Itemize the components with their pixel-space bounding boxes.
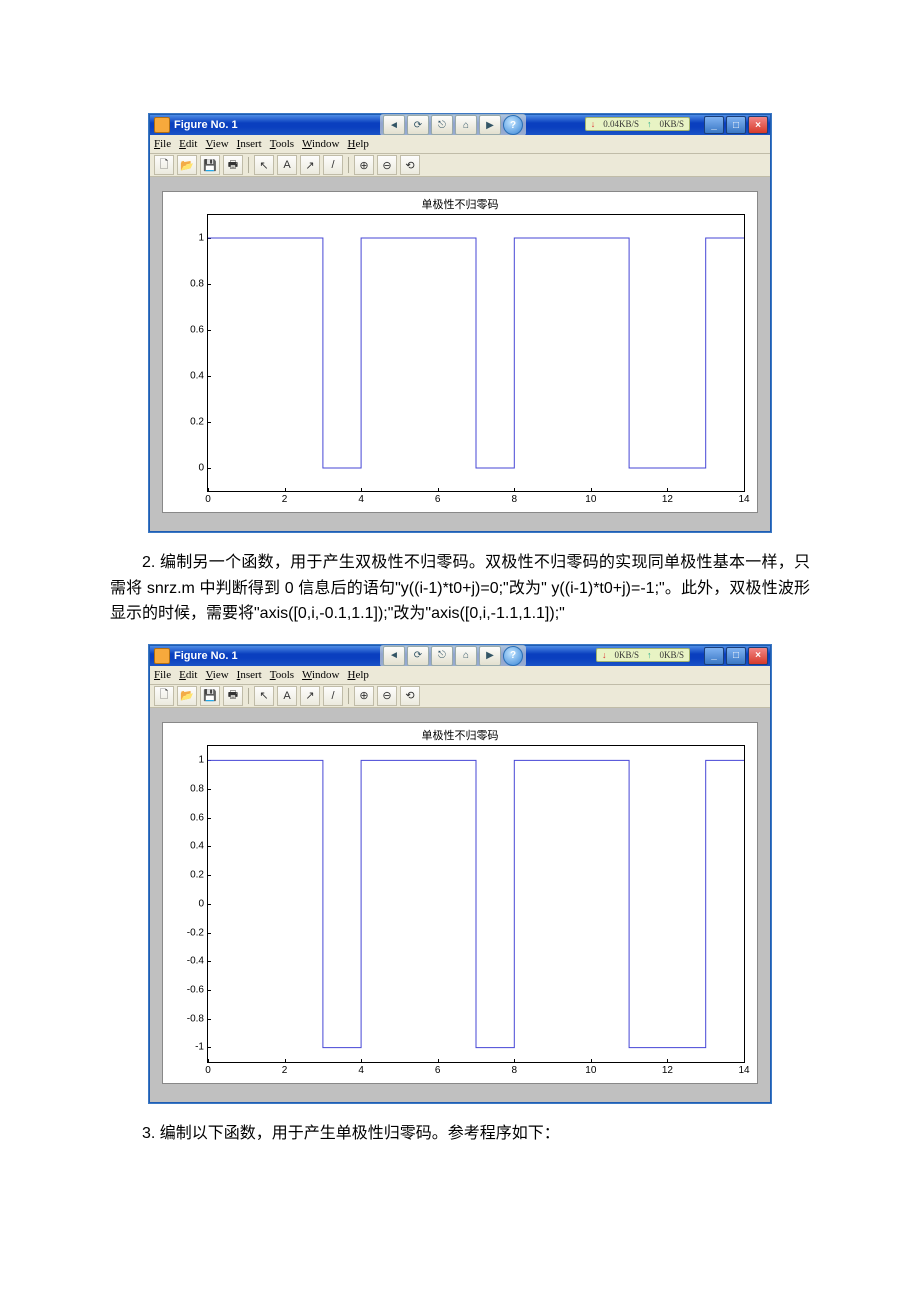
menu-edit[interactable]: Edit — [179, 669, 197, 681]
maximize-button[interactable]: □ — [726, 116, 746, 134]
nav-button[interactable]: ⎋ — [431, 115, 453, 135]
menu-edit[interactable]: Edit — [179, 138, 197, 150]
maximize-button[interactable]: □ — [726, 647, 746, 665]
nav-button[interactable]: ⟳ — [407, 646, 429, 666]
pointer-icon[interactable]: ↖ — [254, 686, 274, 706]
titlebar: Figure No. 1 ◄ ⟳ ⎋ ⌂ ▶ ? ↓ 0KB/S ↑ 0KB/S — [150, 646, 770, 666]
matlab-icon — [154, 648, 170, 664]
chart-title: 单极性不归零码 — [163, 727, 757, 743]
nav-button[interactable]: ▶ — [479, 115, 501, 135]
toolbar: 🗋 📂 💾 🖶 ↖ A ↗ / ⊕ ⊖ ⟲ — [150, 154, 770, 177]
titlebar: Figure No. 1 ◄ ⟳ ⎋ ⌂ ▶ ? ↓ 0.04KB/S ↑ 0K… — [150, 115, 770, 135]
network-indicator: ↓ 0.04KB/S ↑ 0KB/S — [585, 117, 690, 131]
rotate-icon[interactable]: ⟲ — [400, 686, 420, 706]
minimize-button[interactable]: _ — [704, 647, 724, 665]
close-button[interactable]: × — [748, 647, 768, 665]
figure-window-1: Figure No. 1 ◄ ⟳ ⎋ ⌂ ▶ ? ↓ 0.04KB/S ↑ 0K… — [149, 114, 771, 532]
minimize-button[interactable]: _ — [704, 116, 724, 134]
help-icon[interactable]: ? — [503, 646, 523, 666]
upload-icon: ↑ — [647, 119, 652, 129]
nav-button[interactable]: ⌂ — [455, 646, 477, 666]
menu-view[interactable]: View — [205, 138, 228, 150]
upload-icon: ↑ — [647, 650, 652, 660]
browser-toolbar: ◄ ⟳ ⎋ ⌂ ▶ ? — [380, 645, 526, 667]
upload-rate: 0KB/S — [659, 119, 684, 129]
arrow-icon[interactable]: ↗ — [300, 155, 320, 175]
menu-file[interactable]: File — [154, 138, 171, 150]
figure-canvas: WWW.DOCIN.COM 单极性不归零码 -1-0.8-0.6-0.4-0.2… — [150, 708, 770, 1102]
figure-window-2: Figure No. 1 ◄ ⟳ ⎋ ⌂ ▶ ? ↓ 0KB/S ↑ 0KB/S — [149, 645, 771, 1103]
window-title: Figure No. 1 — [174, 650, 238, 662]
window-title: Figure No. 1 — [174, 119, 238, 131]
download-rate: 0.04KB/S — [603, 119, 639, 129]
nav-button[interactable]: ◄ — [383, 115, 405, 135]
download-icon: ↓ — [591, 119, 596, 129]
line-icon[interactable]: / — [323, 155, 343, 175]
menu-help[interactable]: Help — [347, 138, 368, 150]
help-icon[interactable]: ? — [503, 115, 523, 135]
axes-2: 单极性不归零码 -1-0.8-0.6-0.4-0.200.20.40.60.81… — [162, 722, 758, 1084]
save-icon[interactable]: 💾 — [200, 155, 220, 175]
zoomin-icon[interactable]: ⊕ — [354, 686, 374, 706]
menu-view[interactable]: View — [205, 669, 228, 681]
line-icon[interactable]: / — [323, 686, 343, 706]
print-icon[interactable]: 🖶 — [223, 686, 243, 706]
pointer-icon[interactable]: ↖ — [254, 155, 274, 175]
zoomin-icon[interactable]: ⊕ — [354, 155, 374, 175]
menu-window[interactable]: Window — [302, 669, 339, 681]
toolbar: 🗋 📂 💾 🖶 ↖ A ↗ / ⊕ ⊖ ⟲ — [150, 685, 770, 708]
menu-tools[interactable]: Tools — [270, 669, 294, 681]
rotate-icon[interactable]: ⟲ — [400, 155, 420, 175]
zoomout-icon[interactable]: ⊖ — [377, 155, 397, 175]
menubar: File Edit View Insert Tools Window Help — [150, 135, 770, 154]
menu-insert[interactable]: Insert — [237, 138, 262, 150]
menu-tools[interactable]: Tools — [270, 138, 294, 150]
axes-1: 单极性不归零码 00.20.40.60.8102468101214 — [162, 191, 758, 513]
open-icon[interactable]: 📂 — [177, 686, 197, 706]
new-icon[interactable]: 🗋 — [154, 155, 174, 175]
zoomout-icon[interactable]: ⊖ — [377, 686, 397, 706]
text-icon[interactable]: A — [277, 686, 297, 706]
browser-toolbar: ◄ ⟳ ⎋ ⌂ ▶ ? — [380, 114, 526, 136]
nav-button[interactable]: ⎋ — [431, 646, 453, 666]
menubar: File Edit View Insert Tools Window Help — [150, 666, 770, 685]
menu-file[interactable]: File — [154, 669, 171, 681]
network-indicator: ↓ 0KB/S ↑ 0KB/S — [596, 648, 690, 662]
matlab-icon — [154, 117, 170, 133]
print-icon[interactable]: 🖶 — [223, 155, 243, 175]
nav-button[interactable]: ⌂ — [455, 115, 477, 135]
nav-button[interactable]: ▶ — [479, 646, 501, 666]
menu-insert[interactable]: Insert — [237, 669, 262, 681]
figure-canvas: 单极性不归零码 00.20.40.60.8102468101214 — [150, 177, 770, 531]
new-icon[interactable]: 🗋 — [154, 686, 174, 706]
download-icon: ↓ — [602, 650, 607, 660]
upload-rate: 0KB/S — [659, 650, 684, 660]
open-icon[interactable]: 📂 — [177, 155, 197, 175]
menu-window[interactable]: Window — [302, 138, 339, 150]
menu-help[interactable]: Help — [347, 669, 368, 681]
chart-title: 单极性不归零码 — [163, 196, 757, 212]
close-button[interactable]: × — [748, 116, 768, 134]
save-icon[interactable]: 💾 — [200, 686, 220, 706]
arrow-icon[interactable]: ↗ — [300, 686, 320, 706]
paragraph-3: 3. 编制以下函数，用于产生单极性归零码。参考程序如下： — [110, 1121, 810, 1147]
paragraph-2: 2. 编制另一个函数，用于产生双极性不归零码。双极性不归零码的实现同单极性基本一… — [110, 550, 810, 627]
download-rate: 0KB/S — [614, 650, 639, 660]
nav-button[interactable]: ◄ — [383, 646, 405, 666]
text-icon[interactable]: A — [277, 155, 297, 175]
nav-button[interactable]: ⟳ — [407, 115, 429, 135]
